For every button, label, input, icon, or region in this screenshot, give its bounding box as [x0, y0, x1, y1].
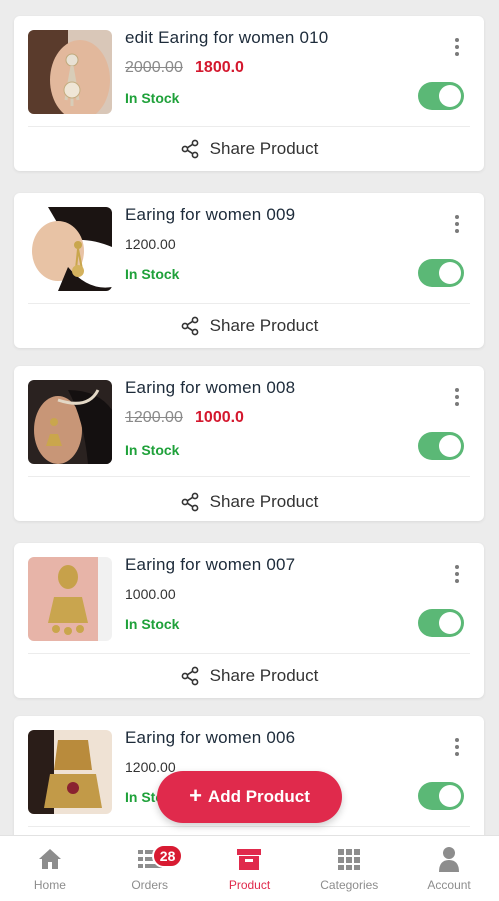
stock-status: In Stock: [125, 90, 180, 106]
stock-status: In Stock: [125, 442, 180, 458]
nav-account-label: Account: [427, 877, 471, 892]
stock-status: In Stock: [125, 266, 180, 282]
product-title: Earing for women 007: [125, 555, 296, 574]
product-title: Earing for women 009: [125, 205, 296, 224]
add-product-button[interactable]: + Add Product: [157, 771, 342, 823]
nav-product[interactable]: Product: [200, 836, 300, 901]
product-title: Earing for women 006: [125, 728, 296, 747]
availability-toggle[interactable]: [418, 432, 464, 460]
orders-count-badge: 28: [151, 844, 184, 868]
price-row: 1200.00: [125, 236, 176, 253]
more-options-icon[interactable]: [454, 38, 460, 56]
availability-toggle[interactable]: [418, 609, 464, 637]
more-options-icon[interactable]: [454, 215, 460, 233]
share-product-button[interactable]: Share Product: [14, 315, 484, 337]
price-row: 1200.00 1000.0: [125, 409, 244, 427]
plus-icon: +: [189, 783, 202, 808]
price: 1200.00: [125, 759, 176, 775]
more-options-icon[interactable]: [454, 565, 460, 583]
price-row: 2000.00 1800.0: [125, 59, 244, 77]
product-card[interactable]: Earing for women 008 1200.00 1000.0 In S…: [14, 366, 484, 521]
product-title: edit Earing for women 010: [125, 28, 329, 47]
product-box-icon: [237, 848, 262, 870]
bottom-navigation: Home Orders 28 Product Categories Accoun…: [0, 835, 499, 901]
share-product-button[interactable]: Share Product: [14, 665, 484, 687]
nav-home-label: Home: [33, 877, 66, 892]
share-product-button[interactable]: Share Product: [14, 491, 484, 513]
home-icon: [38, 848, 61, 869]
original-price: 1200.00: [125, 409, 183, 426]
divider: [28, 476, 470, 477]
stock-status: In Stock: [125, 616, 180, 632]
price: 1000.00: [125, 586, 176, 602]
share-icon: [181, 316, 199, 336]
nav-orders-label: Orders: [131, 877, 169, 892]
nav-categories[interactable]: Categories: [299, 836, 399, 901]
divider: [28, 826, 470, 827]
share-label: Share Product: [209, 316, 319, 335]
share-label: Share Product: [209, 666, 319, 685]
share-icon: [181, 666, 199, 686]
divider: [28, 303, 470, 304]
nav-product-label: Product: [228, 877, 271, 892]
product-card[interactable]: Earing for women 009 1200.00 In Stock Sh…: [14, 193, 484, 348]
nav-account[interactable]: Account: [399, 836, 499, 901]
account-person-icon: [439, 846, 460, 872]
sale-price: 1000.0: [195, 409, 244, 426]
product-card[interactable]: edit Earing for women 010 2000.00 1800.0…: [14, 16, 484, 171]
share-icon: [181, 139, 199, 159]
categories-grid-icon: [338, 848, 361, 870]
more-options-icon[interactable]: [454, 738, 460, 756]
product-image[interactable]: [28, 380, 112, 464]
divider: [28, 126, 470, 127]
product-image[interactable]: [28, 730, 112, 814]
share-label: Share Product: [209, 139, 319, 158]
price: 1200.00: [125, 236, 176, 252]
nav-categories-label: Categories: [320, 877, 379, 892]
share-icon: [181, 492, 199, 512]
share-label: Share Product: [209, 492, 319, 511]
price-row: 1000.00: [125, 586, 176, 603]
availability-toggle[interactable]: [418, 82, 464, 110]
add-product-label: Add Product: [207, 787, 310, 806]
original-price: 2000.00: [125, 59, 183, 76]
more-options-icon[interactable]: [454, 388, 460, 406]
product-image[interactable]: [28, 30, 112, 114]
product-card[interactable]: Earing for women 007 1000.00 In Stock Sh…: [14, 543, 484, 698]
nav-orders[interactable]: Orders 28: [100, 836, 200, 901]
price-row: 1200.00: [125, 759, 176, 776]
product-image[interactable]: [28, 207, 112, 291]
product-list: edit Earing for women 010 2000.00 1800.0…: [0, 0, 499, 835]
availability-toggle[interactable]: [418, 782, 464, 810]
nav-home[interactable]: Home: [0, 836, 100, 901]
sale-price: 1800.0: [195, 59, 244, 76]
share-product-button[interactable]: Share Product: [14, 138, 484, 160]
availability-toggle[interactable]: [418, 259, 464, 287]
divider: [28, 653, 470, 654]
product-title: Earing for women 008: [125, 378, 296, 397]
product-image[interactable]: [28, 557, 112, 641]
